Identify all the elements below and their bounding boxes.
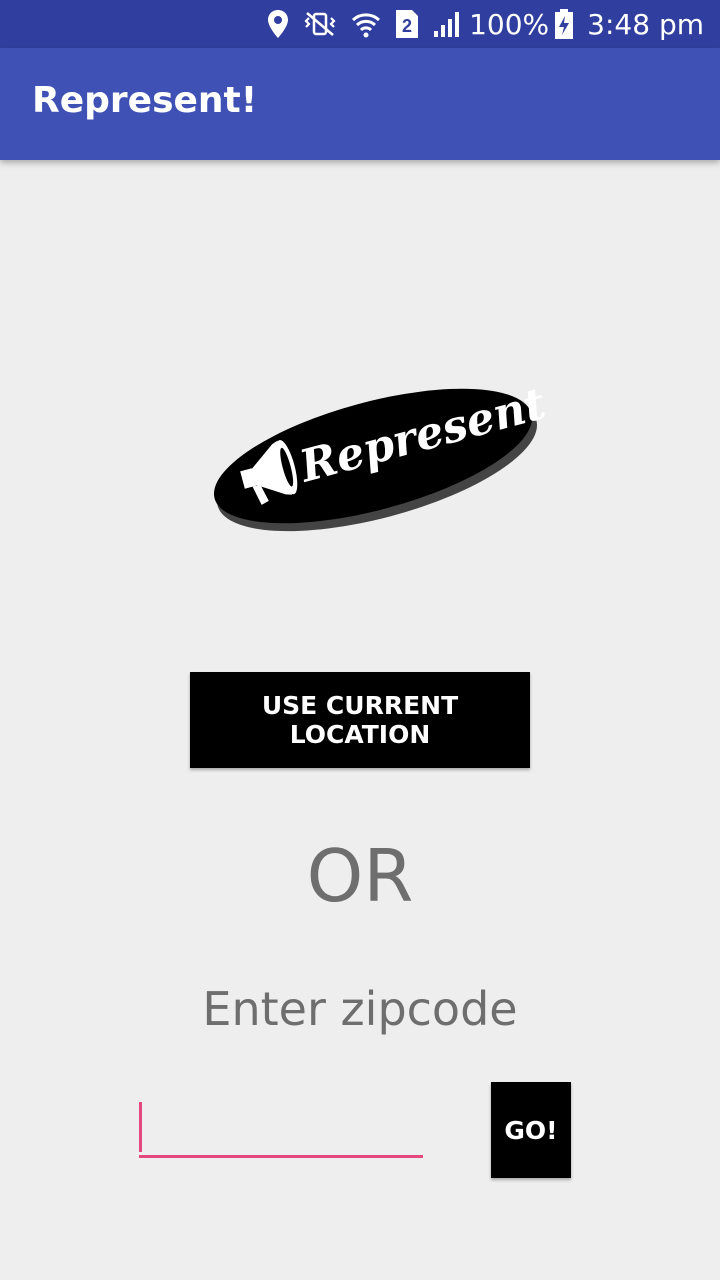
or-divider-text: OR: [306, 834, 414, 918]
zipcode-label: Enter zipcode: [202, 982, 518, 1036]
signal-icon: [433, 8, 461, 40]
go-button[interactable]: GO!: [491, 1082, 571, 1178]
wifi-icon: [351, 8, 381, 40]
status-time: 3:48 pm: [587, 7, 704, 41]
status-bar: 2 100% 3:48 pm: [0, 0, 720, 48]
represent-logo: Represent!: [205, 372, 570, 542]
zipcode-input[interactable]: [139, 1100, 423, 1158]
svg-text:2: 2: [402, 16, 412, 36]
battery-percent: 100%: [469, 7, 550, 41]
battery-charging-icon: [555, 8, 574, 40]
location-icon: [267, 8, 289, 40]
vibrate-icon: [303, 8, 337, 40]
app-bar: Represent!: [0, 48, 720, 160]
app-title: Represent!: [32, 80, 258, 121]
use-current-location-button[interactable]: USE CURRENT LOCATION: [190, 672, 530, 768]
text-cursor: [139, 1102, 142, 1152]
sim2-icon: 2: [395, 8, 419, 40]
